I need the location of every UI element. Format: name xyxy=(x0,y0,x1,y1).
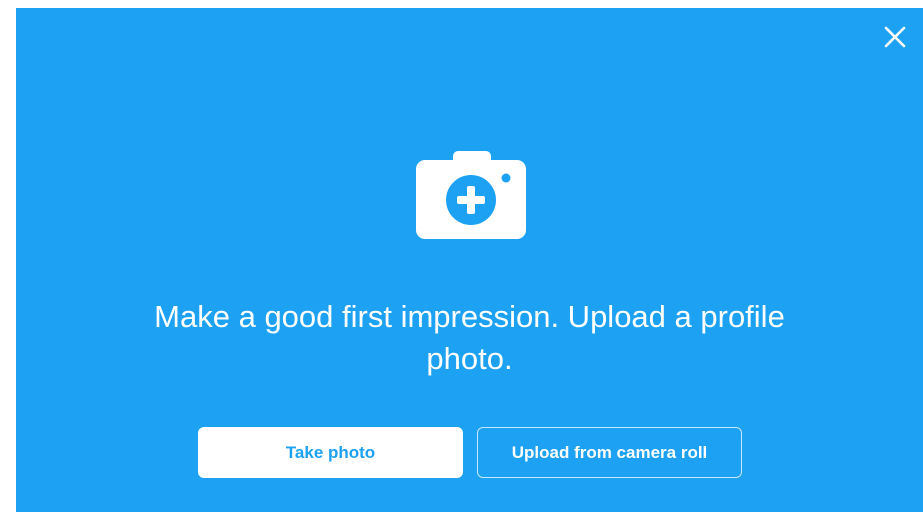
take-photo-button[interactable]: Take photo xyxy=(198,427,463,478)
camera-add-icon xyxy=(416,151,526,239)
close-button[interactable] xyxy=(881,23,909,51)
close-icon xyxy=(884,26,906,48)
prompt-message: Make a good first impression. Upload a p… xyxy=(154,299,785,376)
profile-photo-dialog: Make a good first impression. Upload a p… xyxy=(16,8,923,512)
upload-from-camera-roll-button[interactable]: Upload from camera roll xyxy=(477,427,742,478)
